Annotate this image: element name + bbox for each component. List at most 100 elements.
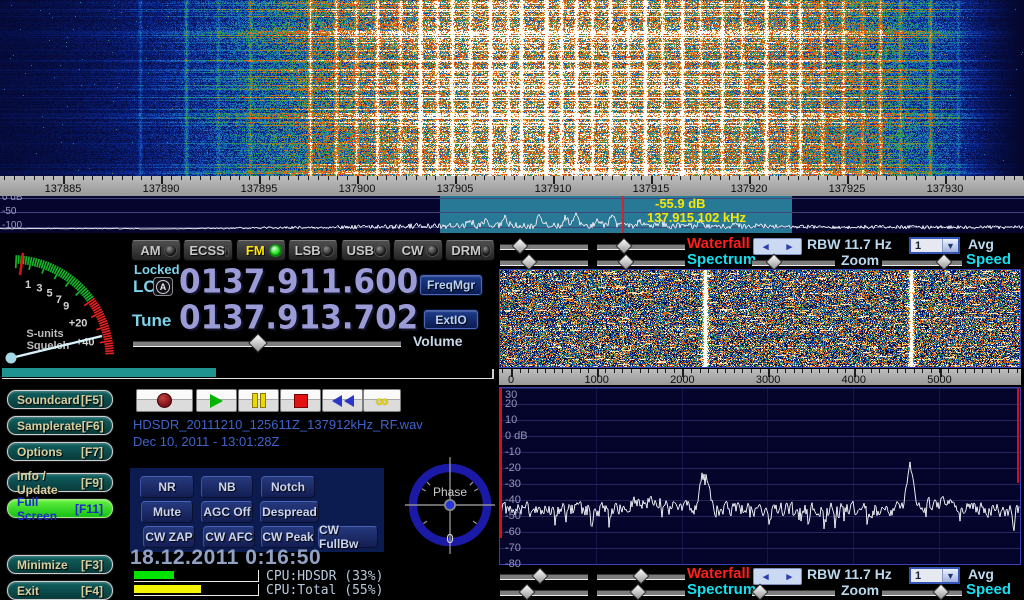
ruler-tick bbox=[605, 369, 606, 373]
slider-thumb[interactable] bbox=[765, 254, 782, 271]
waterfall-contrast-slider[interactable] bbox=[597, 569, 685, 582]
spectrum-min-slider[interactable] bbox=[500, 255, 588, 268]
loop-button[interactable]: ∞ bbox=[363, 389, 401, 412]
slider-thumb[interactable] bbox=[633, 568, 650, 585]
mode-button-lsb[interactable]: LSB bbox=[288, 240, 338, 261]
dsp-button-cw-afc[interactable]: CW AFC bbox=[203, 526, 255, 548]
waterfall-shift-buttons[interactable]: ◂▸ bbox=[753, 238, 802, 255]
waterfall-contrast-slider[interactable] bbox=[597, 239, 685, 252]
ruler-tick bbox=[73, 176, 74, 180]
lo-mode-badge[interactable]: A bbox=[153, 277, 173, 296]
menu-button-options[interactable]: Options[F7] bbox=[7, 442, 113, 461]
spectrum-max-slider[interactable] bbox=[597, 585, 685, 598]
slider-thumb[interactable] bbox=[511, 238, 528, 255]
zoom-waterfall-frame[interactable] bbox=[499, 269, 1021, 368]
menu-button-info-update[interactable]: Info / Update[F9] bbox=[7, 473, 113, 492]
slider-thumb[interactable] bbox=[752, 584, 769, 600]
dsp-button-nr[interactable]: NR bbox=[140, 476, 194, 498]
zoom-slider[interactable] bbox=[752, 585, 835, 598]
avg-dropdown[interactable]: 1▼ bbox=[909, 237, 960, 254]
main-frequency-ruler[interactable]: 1378851378901378951379001379051379101379… bbox=[0, 176, 1024, 197]
mode-button-usb[interactable]: USB bbox=[341, 240, 391, 261]
stop-button[interactable] bbox=[280, 389, 321, 412]
slider-thumb[interactable] bbox=[617, 254, 634, 271]
mode-button-fm[interactable]: FM bbox=[236, 240, 286, 261]
freqmgr-button[interactable]: FreqMgr bbox=[420, 275, 482, 295]
waterfall-shift-buttons[interactable]: ◂▸ bbox=[753, 568, 802, 585]
zoom-frequency-ruler[interactable]: 010002000300040005000 bbox=[499, 369, 1021, 385]
squelch-track[interactable] bbox=[2, 378, 493, 379]
signal-strength-readout: -55.9 dB bbox=[655, 196, 706, 211]
af-spectrum-labels: 3020100 dB-10-20-30-40-50-60-70-80 bbox=[500, 388, 1020, 564]
menu-button-samplerate[interactable]: Samplerate[F6] bbox=[7, 416, 113, 435]
menu-button-full-screen[interactable]: Full Screen[F11] bbox=[7, 499, 113, 518]
pause-button[interactable] bbox=[238, 389, 279, 412]
avg-dropdown[interactable]: 1▼ bbox=[909, 567, 960, 584]
dsp-button-notch[interactable]: Notch bbox=[261, 476, 315, 498]
tuning-cursor[interactable] bbox=[622, 196, 624, 233]
meter-scale-label: 3 bbox=[36, 283, 42, 295]
dsp-button-despread[interactable]: Despread bbox=[260, 501, 319, 523]
record-button[interactable] bbox=[136, 389, 193, 412]
mode-button-cw[interactable]: CW bbox=[393, 240, 443, 261]
shift-left-icon[interactable]: ◂ bbox=[763, 240, 769, 253]
speed-slider[interactable] bbox=[882, 255, 962, 268]
overview-spectrum[interactable]: 0 dB -50 -100 -55.9 dB 137.915.102 kHz bbox=[0, 196, 1024, 233]
shift-left-icon[interactable]: ◂ bbox=[763, 570, 769, 583]
squelch-level-bar[interactable] bbox=[2, 368, 216, 377]
tune-frequency-display[interactable]: 0137.913.702 bbox=[179, 302, 418, 335]
waterfall-brightness-slider[interactable] bbox=[500, 239, 588, 252]
speed-label: Speed bbox=[966, 251, 1011, 268]
af-db-label: -70 bbox=[505, 542, 521, 554]
menu-button-exit[interactable]: Exit[F4] bbox=[7, 581, 113, 600]
speed-slider[interactable] bbox=[882, 585, 962, 598]
waterfall-brightness-slider[interactable] bbox=[500, 569, 588, 582]
play-button[interactable] bbox=[196, 389, 237, 412]
mode-button-drm[interactable]: DRM bbox=[445, 240, 495, 261]
dsp-button-cw-fullbw[interactable]: CW FullBw bbox=[318, 526, 378, 548]
slider-thumb[interactable] bbox=[933, 584, 950, 600]
dropdown-arrow-icon[interactable]: ▼ bbox=[942, 569, 958, 582]
speed-label: Speed bbox=[966, 581, 1011, 598]
dropdown-arrow-icon[interactable]: ▼ bbox=[942, 239, 958, 252]
dsp-button-agc-off[interactable]: AGC Off bbox=[201, 501, 253, 523]
menu-button-minimize[interactable]: Minimize[F3] bbox=[7, 555, 113, 574]
slider-thumb[interactable] bbox=[629, 584, 646, 600]
dsp-button-cw-peak[interactable]: CW Peak bbox=[261, 526, 315, 548]
main-waterfall[interactable] bbox=[0, 0, 1024, 176]
lo-frequency-display[interactable]: 0137.911.600 bbox=[179, 266, 418, 299]
tune-label: Tune bbox=[132, 311, 171, 331]
dsp-button-nb[interactable]: NB bbox=[201, 476, 253, 498]
zoom-slider[interactable] bbox=[752, 255, 835, 268]
ruler-tick bbox=[249, 176, 250, 180]
meter-scale-label: 5 bbox=[47, 288, 53, 300]
spectrum-min-slider[interactable] bbox=[500, 585, 588, 598]
shift-right-icon[interactable]: ▸ bbox=[786, 240, 792, 253]
zoom-waterfall[interactable] bbox=[500, 270, 1020, 367]
slider-thumb[interactable] bbox=[935, 254, 952, 271]
slider-thumb[interactable] bbox=[520, 254, 537, 271]
menu-button-soundcard[interactable]: Soundcard[F5] bbox=[7, 390, 113, 409]
rewind-button[interactable] bbox=[322, 389, 363, 412]
slider-thumb[interactable] bbox=[248, 333, 268, 353]
mode-button-am[interactable]: AM bbox=[131, 240, 181, 261]
shift-right-icon[interactable]: ▸ bbox=[786, 570, 792, 583]
volume-slider[interactable] bbox=[133, 336, 401, 349]
slider-thumb[interactable] bbox=[615, 238, 632, 255]
spectrum-max-slider[interactable] bbox=[597, 255, 685, 268]
ruler-tick bbox=[974, 176, 975, 180]
ruler-tick bbox=[592, 176, 593, 180]
ruler-tick bbox=[141, 176, 142, 180]
mode-button-ecss[interactable]: ECSS bbox=[183, 240, 233, 261]
meter-scale-label: 7 bbox=[56, 294, 62, 306]
slider-thumb[interactable] bbox=[532, 568, 549, 585]
af-spectrum-frame[interactable]: 3020100 dB-10-20-30-40-50-60-70-80 bbox=[499, 387, 1021, 565]
phase-dial[interactable]: Phase0 bbox=[403, 455, 497, 557]
slider-thumb[interactable] bbox=[519, 584, 536, 600]
dsp-button-cw-zap[interactable]: CW ZAP bbox=[143, 526, 195, 548]
ruler-tick bbox=[777, 369, 778, 373]
af-db-label: 10 bbox=[505, 414, 517, 426]
extio-button[interactable]: ExtIO bbox=[424, 310, 478, 329]
ruler-tick bbox=[641, 176, 642, 180]
dsp-button-mute[interactable]: Mute bbox=[141, 501, 193, 523]
